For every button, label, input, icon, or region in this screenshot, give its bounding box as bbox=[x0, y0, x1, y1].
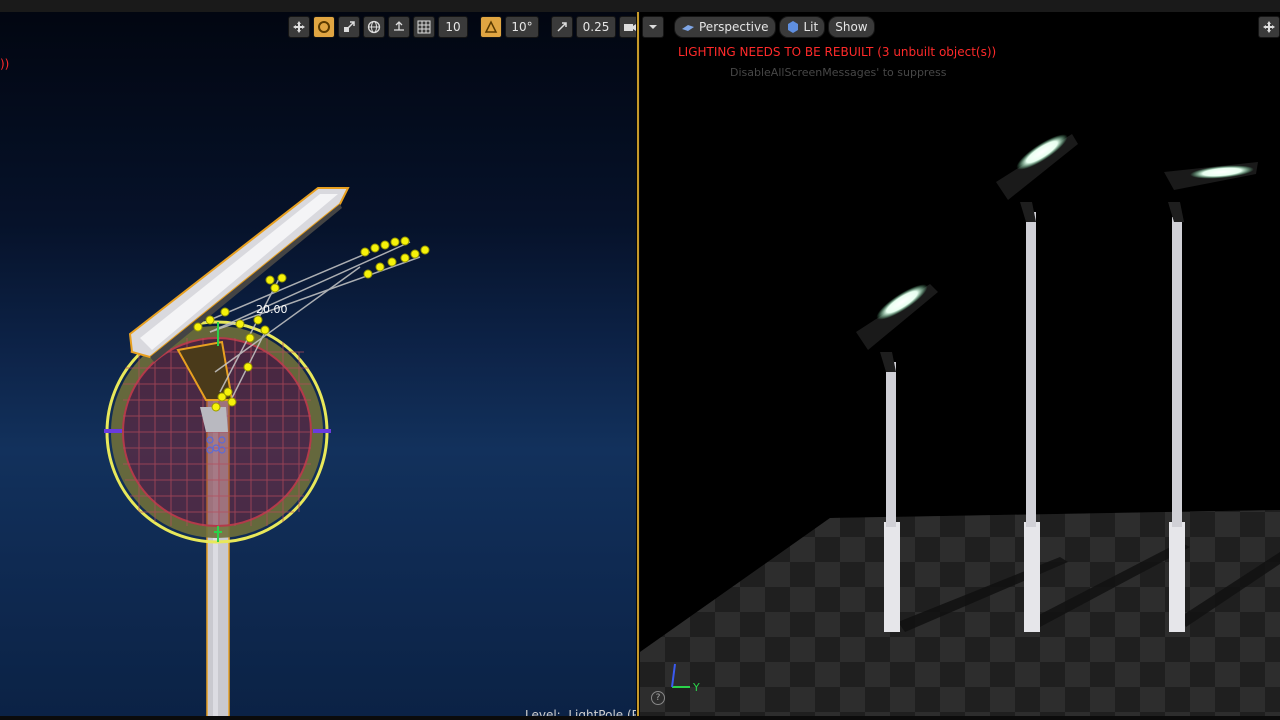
viewport-top-border bbox=[0, 0, 1280, 12]
right-translate-tool-button[interactable] bbox=[1258, 16, 1280, 38]
perspective-icon bbox=[682, 25, 694, 31]
perspective-label: Perspective bbox=[699, 20, 769, 34]
show-flags-button[interactable]: Show bbox=[828, 16, 875, 38]
scale-snap-toggle[interactable] bbox=[551, 16, 573, 38]
right-viewport-toolbar: Perspective Lit Show bbox=[642, 15, 875, 39]
scale-snap-icon bbox=[557, 22, 567, 32]
surface-snap-icon bbox=[394, 21, 404, 31]
angle-icon bbox=[484, 20, 498, 33]
pole-1-base bbox=[884, 522, 900, 632]
pole-2-head bbox=[996, 134, 1078, 200]
help-icon[interactable]: ? bbox=[651, 691, 665, 705]
camera-icon bbox=[624, 24, 636, 31]
rotate-tool-button[interactable] bbox=[313, 16, 335, 38]
pole-3-base bbox=[1169, 522, 1185, 632]
globe-icon bbox=[367, 20, 381, 34]
left-viewport-toolbar: 10 10° 0.25 bbox=[288, 15, 641, 39]
pole-2-base bbox=[1024, 522, 1040, 632]
left-scene bbox=[104, 187, 430, 718]
pole-1-head bbox=[856, 284, 938, 350]
scale-tool-button[interactable] bbox=[338, 16, 360, 38]
move-icon bbox=[293, 21, 305, 33]
grid-snap-toggle[interactable] bbox=[413, 16, 435, 38]
scale-snap-value[interactable]: 0.25 bbox=[576, 16, 616, 38]
move-icon bbox=[1263, 21, 1275, 33]
axis-y-label: Y bbox=[693, 681, 700, 694]
lit-sphere-icon bbox=[787, 21, 798, 33]
translate-tool-button[interactable] bbox=[288, 16, 310, 38]
rotation-snap-value[interactable]: 10° bbox=[505, 16, 539, 38]
lit-label: Lit bbox=[803, 20, 819, 34]
lighting-rebuild-warning: LIGHTING NEEDS TO BE REBUILT (3 unbuilt … bbox=[678, 45, 997, 59]
show-label: Show bbox=[835, 20, 868, 34]
right-viewport-transform-tools bbox=[1258, 15, 1280, 39]
viewport-bottom-border bbox=[0, 716, 1280, 720]
viewport-options-dropdown[interactable] bbox=[642, 16, 664, 38]
perspective-view-button[interactable]: Perspective bbox=[674, 16, 776, 38]
left-viewport[interactable]: )) 20.00 Level: LightPole (Pe bbox=[0, 12, 636, 718]
pole-3-shaft bbox=[1172, 217, 1182, 527]
pole-2-shaft bbox=[1026, 212, 1036, 527]
suppress-messages-hint: DisableAllScreenMessages' to suppress bbox=[730, 66, 947, 79]
surface-snap-button[interactable] bbox=[388, 16, 410, 38]
grid-icon bbox=[417, 20, 431, 34]
lit-view-mode-button[interactable]: Lit bbox=[778, 16, 826, 38]
left-status-text: )) bbox=[0, 57, 10, 71]
rotation-snap-toggle[interactable] bbox=[480, 16, 502, 38]
gizmo-rotation-value: 20.00 bbox=[256, 303, 288, 316]
right-viewport[interactable] bbox=[640, 12, 1280, 718]
right-scene bbox=[640, 134, 1280, 718]
scale-icon bbox=[344, 21, 355, 32]
grid-snap-value[interactable]: 10 bbox=[438, 16, 468, 38]
rotate-icon bbox=[318, 21, 330, 33]
world-local-toggle[interactable] bbox=[363, 16, 385, 38]
pole-1-shaft bbox=[886, 362, 896, 527]
chevron-down-icon bbox=[649, 25, 657, 29]
